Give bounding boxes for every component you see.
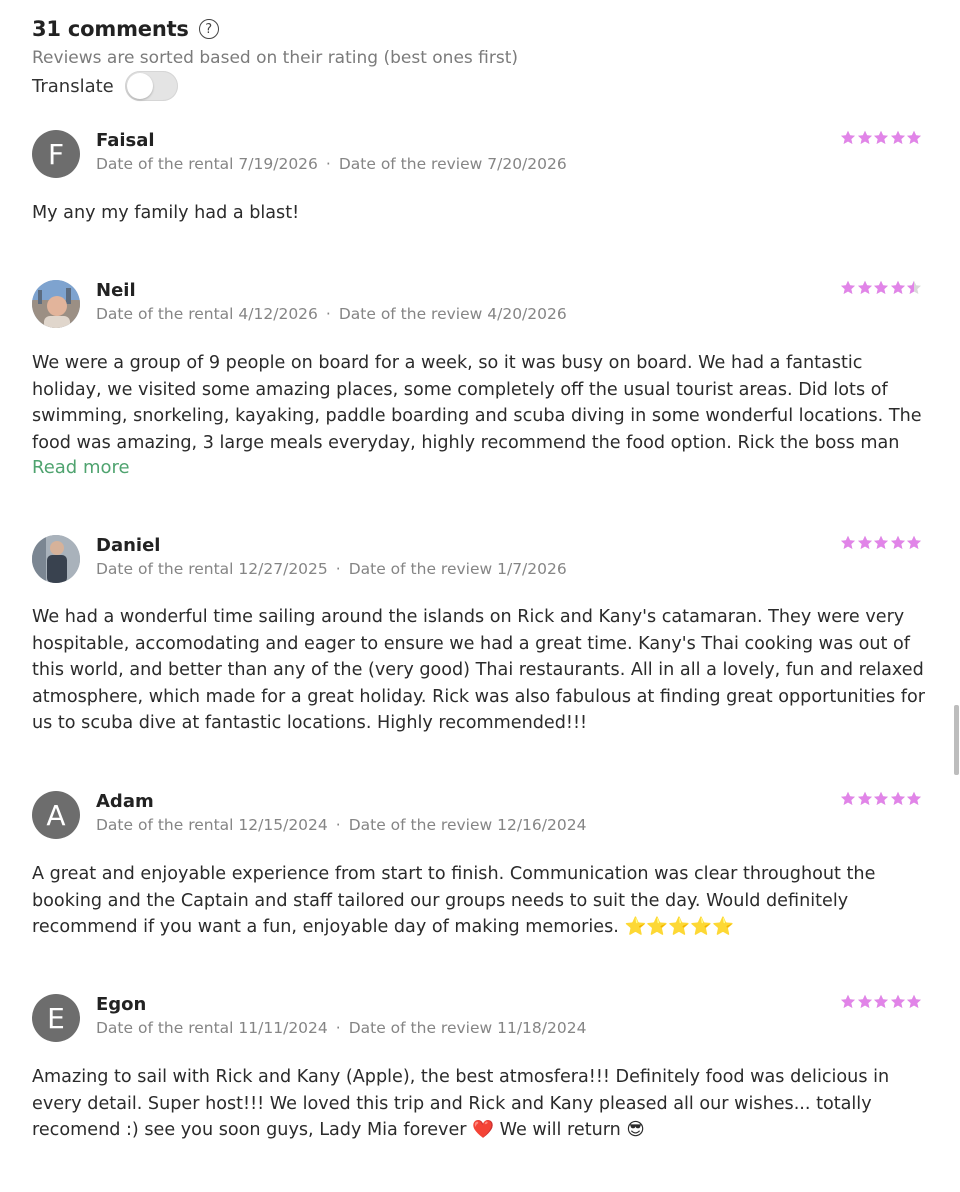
review-date-label: Date of the review (348, 1019, 493, 1037)
review-dates: Date of the rental 7/19/2026 · Date of the… (96, 155, 567, 173)
star-full-icon (907, 535, 921, 549)
star-full-icon (907, 130, 921, 144)
star-half-icon (907, 280, 921, 294)
star-rating (840, 280, 923, 296)
review-date-label: Date of the review (348, 560, 493, 578)
separator: · (325, 305, 331, 323)
scrollbar[interactable] (954, 705, 959, 775)
star-full-icon (841, 280, 855, 294)
star-full-icon (874, 280, 888, 294)
review-date: 12/16/2024 (497, 816, 587, 834)
rental-date-label: Date of the rental (96, 1019, 234, 1037)
separator: · (325, 155, 331, 173)
avatar (32, 535, 80, 583)
star-full-icon (857, 130, 872, 144)
star-full-icon (857, 994, 872, 1008)
rental-date: 11/11/2024 (238, 1019, 328, 1037)
star-full-icon (890, 130, 905, 144)
rental-date: 12/15/2024 (238, 816, 328, 834)
rental-date-label: Date of the rental (96, 305, 234, 323)
review-dates: Date of the rental 4/12/2026 · Date of the… (96, 305, 567, 323)
rental-date-label: Date of the rental (96, 155, 234, 173)
translate-toggle[interactable] (124, 71, 178, 101)
star-full-icon (841, 535, 855, 549)
review-dates: Date of the rental 12/27/2025 · Date of th… (96, 560, 567, 578)
sort-description: Reviews are sorted based on their rating… (32, 48, 519, 68)
review-text: Amazing to sail with Rick and Kany (Appl… (32, 1067, 890, 1141)
star-full-icon (857, 280, 872, 294)
review-dates: Date of the rental 11/11/2024 · Date of th… (96, 1019, 586, 1037)
review-date: 4/20/2026 (487, 305, 567, 323)
star-full-icon (874, 130, 888, 144)
review-date: 7/20/2026 (487, 155, 567, 173)
star-full-icon (841, 994, 855, 1008)
star-full-icon (890, 535, 905, 549)
star-full-icon (841, 791, 855, 805)
review-date-label: Date of the review (348, 816, 493, 834)
avatar: F (32, 130, 80, 178)
star-full-icon (874, 791, 888, 805)
star-full-icon (857, 791, 872, 805)
star-rating (840, 791, 923, 807)
star-full-icon (841, 130, 855, 144)
star-rating (840, 535, 923, 551)
question-circle-icon[interactable]: ? (198, 19, 219, 39)
review-item: E Egon Date of the rental 11/11/2024 · Dat… (32, 994, 924, 1154)
translate-label: Translate (32, 75, 114, 97)
review-text: My any my family had a blast! (32, 203, 300, 223)
star-rating (840, 130, 923, 146)
separator: · (335, 816, 341, 834)
comments-header: 31 comments ? Reviews are sorted based o… (32, 14, 518, 101)
toggle-knob (126, 73, 153, 99)
user-photo-icon (32, 535, 80, 583)
separator: · (335, 1019, 341, 1037)
star-full-icon (874, 994, 888, 1008)
rental-date: 12/27/2025 (238, 560, 328, 578)
star-full-icon (907, 994, 921, 1008)
star-full-icon (874, 535, 888, 549)
rental-date: 7/19/2026 (238, 155, 318, 173)
reviewer-name: Faisal (96, 130, 155, 151)
star-full-icon (890, 994, 905, 1008)
rental-date-label: Date of the rental (96, 560, 234, 578)
avatar: E (32, 994, 80, 1042)
reviewer-name: Daniel (96, 535, 161, 556)
separator: · (335, 560, 341, 578)
review-date: 11/18/2024 (497, 1019, 587, 1037)
comments-title: 31 comments (32, 17, 189, 41)
read-more-link[interactable]: Read more (32, 457, 130, 478)
review-date: 1/7/2026 (497, 560, 567, 578)
review-text: We were a group of 9 people on board for… (32, 353, 922, 453)
review-dates: Date of the rental 12/15/2024 · Date of th… (96, 816, 586, 834)
reviewer-name: Adam (96, 791, 154, 812)
review-date-label: Date of the review (338, 305, 483, 323)
star-full-icon (890, 280, 905, 294)
avatar: A (32, 791, 80, 839)
rental-date-label: Date of the rental (96, 816, 234, 834)
star-rating (840, 994, 923, 1010)
review-text: A great and enjoyable experience from st… (32, 864, 876, 938)
review-text: We had a wonderful time sailing around t… (32, 607, 925, 734)
review-item: F Faisal Date of the rental 7/19/2026 · Da… (32, 130, 924, 230)
star-full-icon (857, 535, 872, 549)
review-item: A Adam Date of the rental 12/15/2024 · Dat… (32, 791, 924, 951)
user-photo-icon (32, 280, 80, 328)
reviewer-name: Neil (96, 280, 136, 301)
avatar (32, 280, 80, 328)
star-full-icon (907, 791, 921, 805)
star-full-icon (890, 791, 905, 805)
reviewer-name: Egon (96, 994, 147, 1015)
review-item: Neil Date of the rental 4/12/2026 · Date o… (32, 280, 924, 490)
rental-date: 4/12/2026 (238, 305, 318, 323)
review-item: Daniel Date of the rental 12/27/2025 · Dat… (32, 535, 925, 745)
review-date-label: Date of the review (338, 155, 483, 173)
